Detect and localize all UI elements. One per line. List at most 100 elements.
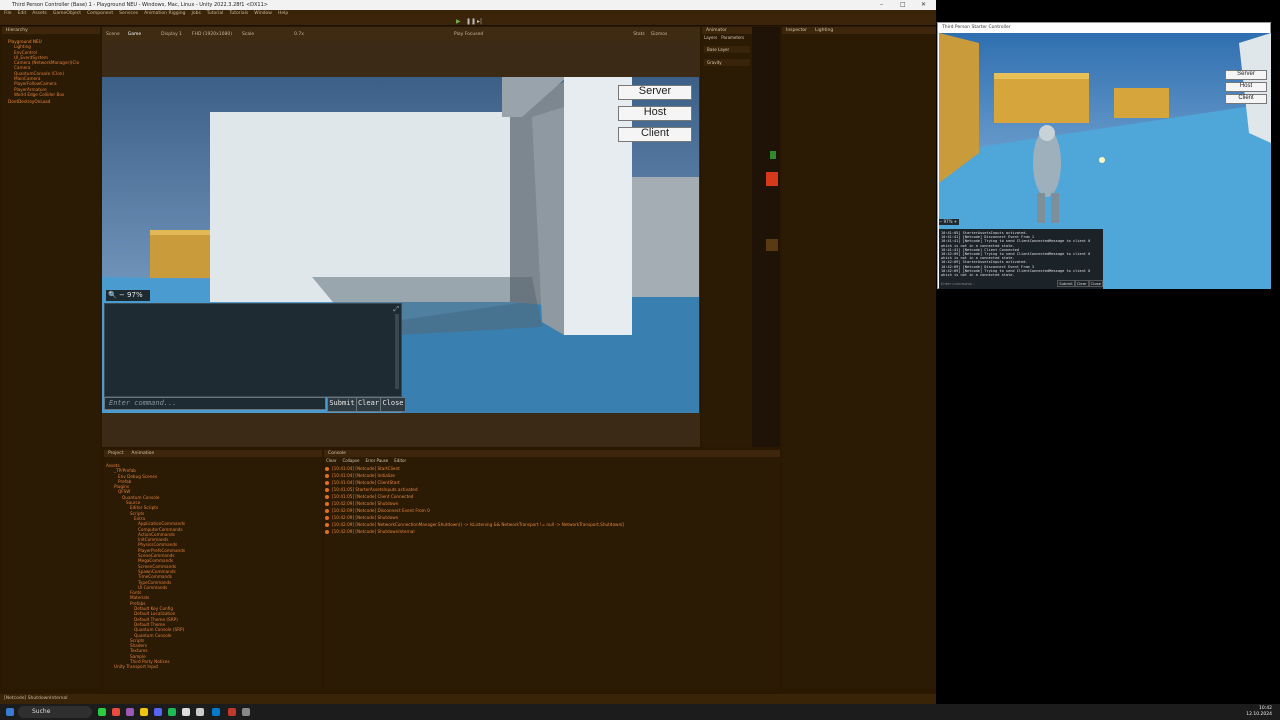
resolution-select[interactable]: FHD (1920x1080)	[192, 32, 232, 37]
layers-tab[interactable]: Layers	[704, 35, 717, 40]
build-clear-button[interactable]: Clear	[1074, 279, 1089, 287]
host-button-2[interactable]: Host	[1225, 82, 1267, 92]
close-button[interactable]: Close	[380, 397, 406, 412]
client-button[interactable]: Client	[618, 127, 692, 142]
console-entry[interactable]: [10:41:04] [Netcode] ClientStart	[324, 479, 780, 486]
step-icon[interactable]: ▸|	[477, 18, 482, 25]
vscode-icon[interactable]	[212, 708, 220, 716]
menu-item[interactable]: File	[4, 11, 12, 16]
gizmos-button[interactable]: Gizmos	[651, 32, 668, 37]
hierarchy-item[interactable]: World Edge Collider Box	[2, 92, 100, 97]
main-toolbar: ▶ ❚❚ ▸|	[0, 17, 936, 26]
state-node[interactable]	[770, 151, 776, 159]
menu-item[interactable]: Assets	[32, 11, 47, 16]
log-line: 10:41:41] [Netcode] Trying to send Clien…	[941, 239, 1091, 244]
build-command-row: Enter command... Submit Clear Close	[939, 279, 1103, 287]
menu-item[interactable]: Help	[278, 11, 288, 16]
inspector-panel: Inspector Lighting	[782, 27, 936, 689]
windows-start-icon[interactable]	[6, 708, 14, 716]
tab-animation[interactable]: Animation	[131, 450, 154, 457]
app-icon[interactable]	[126, 708, 134, 716]
app-icon[interactable]	[98, 708, 106, 716]
minimize-icon[interactable]: –	[880, 1, 883, 8]
parameters-tab[interactable]: Parameters	[721, 35, 744, 40]
log-scrollbar[interactable]	[395, 314, 399, 389]
client-button-2[interactable]: Client	[1225, 94, 1267, 104]
play-icon[interactable]: ▶	[456, 18, 461, 25]
maximize-icon[interactable]: □	[900, 1, 906, 8]
log-line: which is not in a connected state.	[941, 272, 1015, 277]
tab-game[interactable]: Game	[128, 32, 141, 37]
unity-icon[interactable]	[182, 708, 190, 716]
zoom-icon: 🔍	[108, 291, 117, 299]
gravity-item[interactable]: Gravity	[704, 59, 750, 66]
console-entry[interactable]: [10:42:09] [Netcode] ShutdownInternal	[324, 528, 780, 535]
state-node-active[interactable]	[766, 172, 778, 186]
console-toolbar-button[interactable]: Editor	[394, 458, 406, 463]
pause-icon[interactable]: ❚❚	[466, 18, 476, 25]
console-toolbar-button[interactable]: Clear	[326, 458, 336, 463]
build-submit-button[interactable]: Submit	[1057, 279, 1075, 287]
project-item[interactable]: Unity Transport Input	[104, 664, 322, 669]
console-entry[interactable]: [10:42:09] [Netcode] NetworkConnectionMa…	[324, 521, 780, 528]
console-entry[interactable]: [10:42:09] [Netcode] Shutdown	[324, 500, 780, 507]
menu-item[interactable]: GameObject	[53, 11, 81, 16]
discord-icon[interactable]	[154, 708, 162, 716]
hierarchy-tab[interactable]: Hierarchy	[2, 27, 100, 34]
build-command-input[interactable]: Enter command...	[939, 281, 1057, 286]
menu-item[interactable]: Tutorial	[207, 11, 224, 16]
app-icon[interactable]	[242, 708, 250, 716]
resize-icon[interactable]: ⤢	[393, 305, 399, 314]
game-view-panel: Scene Game Display 1 FHD (1920x1080) Sca…	[102, 27, 700, 447]
taskbar-search[interactable]: Suche	[18, 706, 92, 718]
animator-tab[interactable]: Animator	[702, 27, 752, 34]
command-input[interactable]: Enter command...	[104, 397, 326, 410]
tab-scene[interactable]: Scene	[106, 32, 120, 37]
console-entry[interactable]: [10:42:09] [Netcode] Shutdown	[324, 514, 780, 521]
submit-button[interactable]: Submit	[327, 397, 357, 412]
game-viewport[interactable]: Server Host Client 🔍 − 97% + ⤢ Enter com…	[102, 77, 699, 413]
quantum-console-log[interactable]: ⤢	[104, 303, 402, 397]
host-button[interactable]: Host	[618, 106, 692, 121]
server-button-2[interactable]: Server	[1225, 70, 1267, 80]
build-close-button[interactable]: Close	[1088, 279, 1103, 287]
server-button[interactable]: Server	[618, 85, 692, 100]
menu-item[interactable]: Window	[254, 11, 272, 16]
clear-button[interactable]: Clear	[356, 397, 381, 412]
hierarchy-item[interactable]: DontDestroyOnLoad	[2, 99, 100, 104]
console-toolbar-button[interactable]: Collapse	[342, 458, 359, 463]
play-mode-select[interactable]: Play Focused	[454, 32, 483, 37]
console-entry[interactable]: [10:41:04] [Netcode] StartClient	[324, 465, 780, 472]
scale-value[interactable]: 0.7x	[294, 32, 304, 37]
menu-item[interactable]: Tutorials	[229, 11, 248, 16]
console-entry[interactable]: [10:42:09] [Netcode] Disconnect Event Fr…	[324, 507, 780, 514]
spotify-icon[interactable]	[168, 708, 176, 716]
console-entry[interactable]: [10:41:05] [Netcode] Client Connected	[324, 493, 780, 500]
menu-item[interactable]: Jobs	[192, 11, 201, 16]
zoom-control-2[interactable]: − 97% +	[939, 219, 959, 225]
state-node[interactable]	[766, 239, 778, 251]
chrome-icon[interactable]	[112, 708, 120, 716]
console-entry[interactable]: [10:41:04] [Netcode] Initialize	[324, 472, 780, 479]
console-entry[interactable]: [10:41:05] StarterAssetsInputs activated…	[324, 486, 780, 493]
menu-item[interactable]: Animation Rigging	[144, 11, 185, 16]
system-clock[interactable]: 10:42 12.10.2024	[1246, 706, 1272, 718]
menu-item[interactable]: Services	[119, 11, 138, 16]
tab-project[interactable]: Project	[108, 450, 123, 457]
stats-button[interactable]: Stats	[633, 32, 645, 37]
close-icon[interactable]: ✕	[921, 1, 926, 8]
build-viewport[interactable]: Server Host Client − 97% + 10:41:05] Sta…	[939, 33, 1271, 289]
unity-icon[interactable]	[196, 708, 204, 716]
animator-graph[interactable]	[752, 27, 780, 447]
display-select[interactable]: Display 1	[161, 32, 182, 37]
tab-lighting[interactable]: Lighting	[815, 27, 833, 34]
menu-item[interactable]: Edit	[18, 11, 27, 16]
menu-item[interactable]: Component	[87, 11, 113, 16]
tab-inspector[interactable]: Inspector	[786, 27, 807, 34]
console-zoom-control[interactable]: 🔍 − 97% +	[106, 290, 150, 310]
console-tab[interactable]: Console	[324, 450, 780, 457]
folder-icon[interactable]	[140, 708, 148, 716]
base-layer-item[interactable]: Base Layer	[704, 46, 750, 53]
app-icon[interactable]	[228, 708, 236, 716]
console-toolbar-button[interactable]: Error Pause	[365, 458, 388, 463]
